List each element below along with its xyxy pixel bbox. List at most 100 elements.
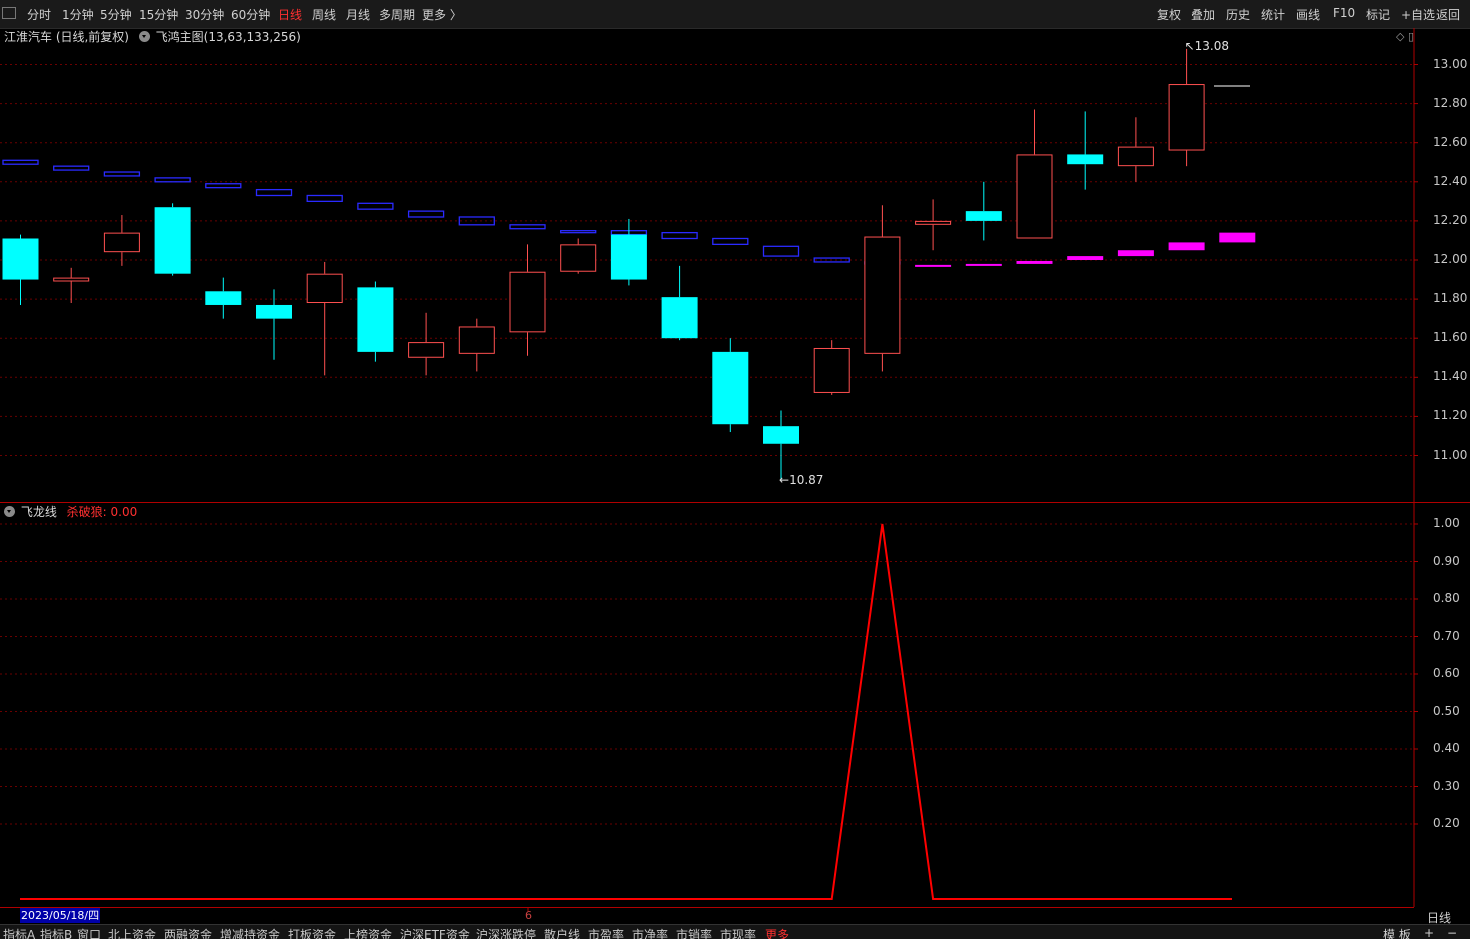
candle-body-up xyxy=(509,271,546,333)
price-tick-label: 12.40 xyxy=(1433,173,1468,188)
candle-body-down xyxy=(2,238,39,280)
value-tick-label: 0.70 xyxy=(1433,628,1460,643)
back-button[interactable]: 返回 xyxy=(1436,6,1460,23)
magenta-band-segment xyxy=(1117,250,1154,257)
sub-indicator-dropdown-icon[interactable] xyxy=(4,506,15,517)
candle-body-up xyxy=(1168,84,1205,151)
period-tab-5min[interactable]: 5分钟 xyxy=(100,6,132,23)
template-button[interactable]: 模 板 xyxy=(1383,926,1411,939)
blue-band-segment xyxy=(864,261,901,265)
blue-band-segment xyxy=(610,230,648,236)
period-tab-weekly[interactable]: 周线 xyxy=(312,6,336,23)
adjust-price-button[interactable]: 复权 xyxy=(1157,6,1181,23)
period-tab-multi[interactable]: 多周期 xyxy=(379,6,415,23)
magenta-band-segment xyxy=(965,263,1002,266)
tab-pcf[interactable]: 市现率 xyxy=(720,926,756,939)
tab-pb[interactable]: 市净率 xyxy=(632,926,668,939)
candle-body-up xyxy=(1117,146,1154,167)
period-tab-1min[interactable]: 1分钟 xyxy=(62,6,94,23)
candle-body-up xyxy=(813,347,850,393)
tab-toplist-funds[interactable]: 上榜资金 xyxy=(344,926,392,939)
mark-button[interactable]: 标记 xyxy=(1366,6,1390,23)
value-tick-label: 0.80 xyxy=(1433,591,1460,605)
candle-body-down xyxy=(256,304,292,319)
f10-button[interactable]: F10 xyxy=(1333,6,1355,20)
tab-limit-stats[interactable]: 沪深涨跌停 xyxy=(476,926,536,939)
tab-indicator-a[interactable]: 指标A xyxy=(3,926,35,939)
value-tick-label: 0.40 xyxy=(1433,741,1460,755)
period-tab-monthly[interactable]: 月线 xyxy=(346,6,370,23)
low-arrow-icon: ← xyxy=(779,472,790,487)
main-indicator-name[interactable]: 飞鸿主图(13,63,133,256) xyxy=(156,30,301,44)
period-tab-more[interactable]: 更多 〉 xyxy=(422,6,462,23)
candle-body-up xyxy=(408,342,445,358)
candle-body-down xyxy=(1067,154,1104,165)
candle-body-up xyxy=(1016,154,1053,239)
value-tick-label: 1.00 xyxy=(1433,516,1460,530)
tab-margin[interactable]: 两融资金 xyxy=(164,926,212,939)
price-tick-label: 12.80 xyxy=(1433,95,1468,110)
sub-indicator-name[interactable]: 飞龙线 xyxy=(21,505,57,519)
bottom-tab-bar: 指标A 指标B 窗口 北上资金 两融资金 增减持资金 打板资金 上榜资金 沪深E… xyxy=(0,924,1470,939)
chart-canvas[interactable] xyxy=(0,0,1470,939)
candle-body-down xyxy=(610,234,647,280)
candle-body-up xyxy=(458,326,495,354)
zoom-out-button[interactable]: − xyxy=(1447,926,1457,939)
panel-toggle-icon[interactable]: ▯ xyxy=(1408,30,1414,43)
magenta-band-segment xyxy=(915,264,952,267)
blue-band-segment xyxy=(712,237,749,246)
window-corner-icon[interactable] xyxy=(2,7,16,19)
tab-ps[interactable]: 市销率 xyxy=(676,926,712,939)
blue-band-segment xyxy=(205,183,242,189)
tab-limit-up-funds[interactable]: 打板资金 xyxy=(288,926,336,939)
period-tab-daily[interactable]: 日线 xyxy=(278,6,302,23)
blue-band-segment xyxy=(509,224,546,230)
tab-pe[interactable]: 市盈率 xyxy=(588,926,624,939)
value-tick-label: 0.50 xyxy=(1433,703,1460,718)
tab-more[interactable]: 更多 xyxy=(765,926,789,939)
tab-northbound[interactable]: 北上资金 xyxy=(108,926,156,939)
statistics-button[interactable]: 统计 xyxy=(1261,6,1285,23)
main-chart-info-bar: 江淮汽车 (日线,前复权) 飞鸿主图(13,63,133,256) xyxy=(4,28,301,44)
tab-etf-funds[interactable]: 沪深ETF资金 xyxy=(400,926,470,939)
draw-line-button[interactable]: 画线 xyxy=(1296,6,1320,23)
period-tab-30min[interactable]: 30分钟 xyxy=(185,6,224,23)
candle-body-up xyxy=(915,220,952,225)
tab-indicator-b[interactable]: 指标B xyxy=(40,926,72,939)
high-price-label: ↖13.08 xyxy=(1184,38,1230,53)
price-tick-label: 12.20 xyxy=(1433,212,1468,227)
overlay-button[interactable]: 叠加 xyxy=(1191,6,1215,23)
period-tab-timeshare[interactable]: 分时 xyxy=(27,6,51,23)
high-arrow-icon: ↖ xyxy=(1184,38,1195,53)
blue-band-segment xyxy=(762,245,800,257)
signal-line-layer xyxy=(20,523,1232,900)
diamond-icon[interactable]: ◇ xyxy=(1396,30,1404,43)
indicator-dropdown-icon[interactable] xyxy=(138,31,150,42)
period-tab-15min[interactable]: 15分钟 xyxy=(139,6,178,23)
blue-band-segment xyxy=(661,231,698,240)
zoom-in-button[interactable]: + xyxy=(1424,926,1434,939)
tab-retail-line[interactable]: 散户线 xyxy=(544,926,580,939)
value-tick-label: 0.90 xyxy=(1433,553,1460,568)
price-tick-label: 11.40 xyxy=(1433,369,1468,384)
candle-body-up xyxy=(53,277,90,282)
tab-window[interactable]: 窗口 xyxy=(77,926,101,939)
value-tick-label: 0.20 xyxy=(1433,816,1460,830)
magenta-band-segment xyxy=(1219,232,1256,243)
signal-line xyxy=(20,523,1232,900)
tab-holdings-change[interactable]: 增减持资金 xyxy=(220,926,280,939)
chart-corner-controls: ◇ ▯ xyxy=(1396,30,1414,43)
history-button[interactable]: 历史 xyxy=(1226,6,1250,23)
low-price-label: ←10.87 xyxy=(779,472,824,487)
cursor-date-box: 2023/05/18/四 xyxy=(20,908,101,923)
add-watchlist-button[interactable]: +自选 xyxy=(1401,6,1435,23)
blue-band-segment xyxy=(255,188,293,197)
blue-band-segment xyxy=(560,230,597,234)
value-tick-label: 0.60 xyxy=(1433,666,1460,680)
value-tick-label: 0.30 xyxy=(1433,778,1460,793)
top-toolbar: 分时 1分钟 5分钟 15分钟 30分钟 60分钟 日线 周线 月线 多周期 更… xyxy=(0,0,1470,29)
price-tick-label: 11.60 xyxy=(1433,330,1468,345)
stock-title[interactable]: 江淮汽车 (日线,前复权) xyxy=(4,30,129,44)
period-tab-60min[interactable]: 60分钟 xyxy=(231,6,270,23)
candle-body-down xyxy=(965,211,1002,221)
